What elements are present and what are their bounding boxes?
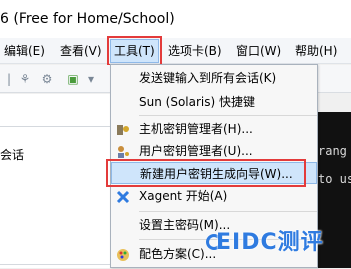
menu-item-label: 发送键输入到所有会话(K) bbox=[139, 71, 277, 85]
divider bbox=[0, 126, 112, 127]
disconnect-icon[interactable]: ⚙ bbox=[40, 72, 54, 86]
menu-view[interactable]: 查看(V) bbox=[60, 38, 102, 64]
menu-item-new-user-key-wizard[interactable]: 新建用户密钥生成向导(W)... bbox=[106, 159, 317, 187]
xagent-icon bbox=[116, 189, 130, 204]
menu-item-host-key-manager[interactable]: 主机密钥管理者(H)... bbox=[111, 118, 317, 140]
menu-edit[interactable]: 编辑(E) bbox=[4, 38, 45, 64]
window-title: 6 (Free for Home/School) bbox=[0, 11, 175, 27]
menu-item-xagent-start[interactable]: Xagent 开始(A) bbox=[111, 185, 317, 207]
menu-item-send-keys[interactable]: 发送键输入到所有会话(K) bbox=[111, 67, 317, 89]
menu-item-label: 新建用户密钥生成向导(W)... bbox=[140, 167, 293, 181]
menu-separator bbox=[139, 115, 317, 116]
user-key-icon bbox=[116, 144, 130, 158]
sessions-label: 会话 bbox=[0, 148, 25, 162]
terminal-line: to us bbox=[318, 172, 351, 186]
menu-item-label: 用户密钥管理者(U)... bbox=[139, 144, 253, 158]
connect-icon[interactable]: ⚘ bbox=[18, 72, 32, 86]
menu-item-label: 配色方案(C)... bbox=[139, 247, 217, 261]
menu-tools[interactable]: 工具(T) bbox=[107, 36, 162, 66]
menu-help[interactable]: 帮助(H) bbox=[295, 38, 337, 64]
title-bar: 6 (Free for Home/School) bbox=[0, 0, 351, 38]
menu-item-sun-shortcuts[interactable]: Sun (Solaris) 快捷键 bbox=[111, 91, 317, 113]
menu-window[interactable]: 窗口(W) bbox=[236, 38, 281, 64]
toolbar-separator-icon: | bbox=[6, 72, 12, 86]
menu-bar: 编辑(E) 查看(V) 工具(T) 选项卡(B) 窗口(W) 帮助(H) bbox=[0, 36, 351, 66]
new-tab-icon[interactable]: ▣ bbox=[66, 72, 80, 86]
watermark: EIDC测评 bbox=[216, 230, 324, 255]
menu-item-label: 主机密钥管理者(H)... bbox=[139, 122, 253, 136]
chevron-down-icon[interactable]: ▾ bbox=[84, 72, 98, 86]
menu-item-user-key-manager[interactable]: 用户密钥管理者(U)... bbox=[111, 140, 317, 162]
menu-item-label: Xagent 开始(A) bbox=[139, 189, 228, 203]
menu-item-label: Sun (Solaris) 快捷键 bbox=[139, 95, 255, 109]
session-panel: 会话 bbox=[0, 94, 112, 268]
palette-icon bbox=[116, 247, 130, 261]
host-key-icon bbox=[116, 122, 130, 136]
terminal-line: rang C bbox=[318, 144, 351, 158]
divider bbox=[0, 264, 112, 265]
menu-separator bbox=[139, 211, 317, 212]
menu-tabs[interactable]: 选项卡(B) bbox=[168, 38, 222, 64]
